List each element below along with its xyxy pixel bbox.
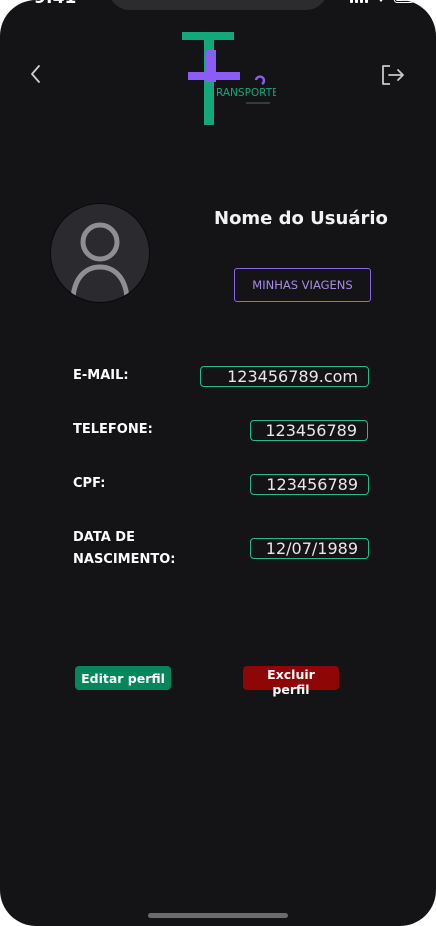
birth-date-label-line2: NASCIMENTO: bbox=[73, 552, 176, 567]
avatar[interactable] bbox=[50, 203, 150, 303]
battery-icon bbox=[394, 0, 414, 3]
cpf-field[interactable]: 123456789 bbox=[250, 474, 369, 495]
logout-icon bbox=[382, 65, 404, 85]
app-logo: RANSPORTE bbox=[176, 28, 279, 128]
phone-field[interactable]: 123456789 bbox=[250, 420, 368, 441]
status-bar: 9:41 bbox=[0, 0, 436, 14]
birth-date-label-line1: DATA DE bbox=[73, 530, 135, 545]
phone-label: TELEFONE: bbox=[73, 422, 153, 437]
email-field[interactable]: 123456789.com bbox=[200, 366, 369, 387]
cpf-label: CPF: bbox=[73, 476, 106, 491]
user-name: Nome do Usuário bbox=[214, 208, 388, 229]
edit-profile-button[interactable]: Editar perfil bbox=[75, 666, 171, 690]
my-trips-button[interactable]: MINHAS VIAGENS bbox=[234, 268, 371, 302]
chevron-left-icon bbox=[31, 65, 40, 83]
signal-icon bbox=[350, 0, 368, 3]
user-icon bbox=[70, 222, 130, 300]
wifi-icon bbox=[379, 0, 383, 2]
screen: 9:41 RANSPORTE bbox=[0, 0, 436, 926]
email-label: E-MAIL: bbox=[73, 368, 129, 383]
notch bbox=[108, 0, 328, 10]
status-time: 9:41 bbox=[34, 0, 76, 8]
birth-date-field[interactable]: 12/07/1989 bbox=[250, 538, 369, 559]
logo-text: RANSPORTE bbox=[216, 87, 276, 99]
back-button[interactable] bbox=[24, 62, 48, 86]
delete-profile-button[interactable]: Excluir perfil bbox=[243, 666, 339, 697]
status-icons bbox=[350, 0, 414, 3]
logout-button[interactable] bbox=[378, 62, 406, 88]
home-indicator bbox=[148, 913, 288, 918]
